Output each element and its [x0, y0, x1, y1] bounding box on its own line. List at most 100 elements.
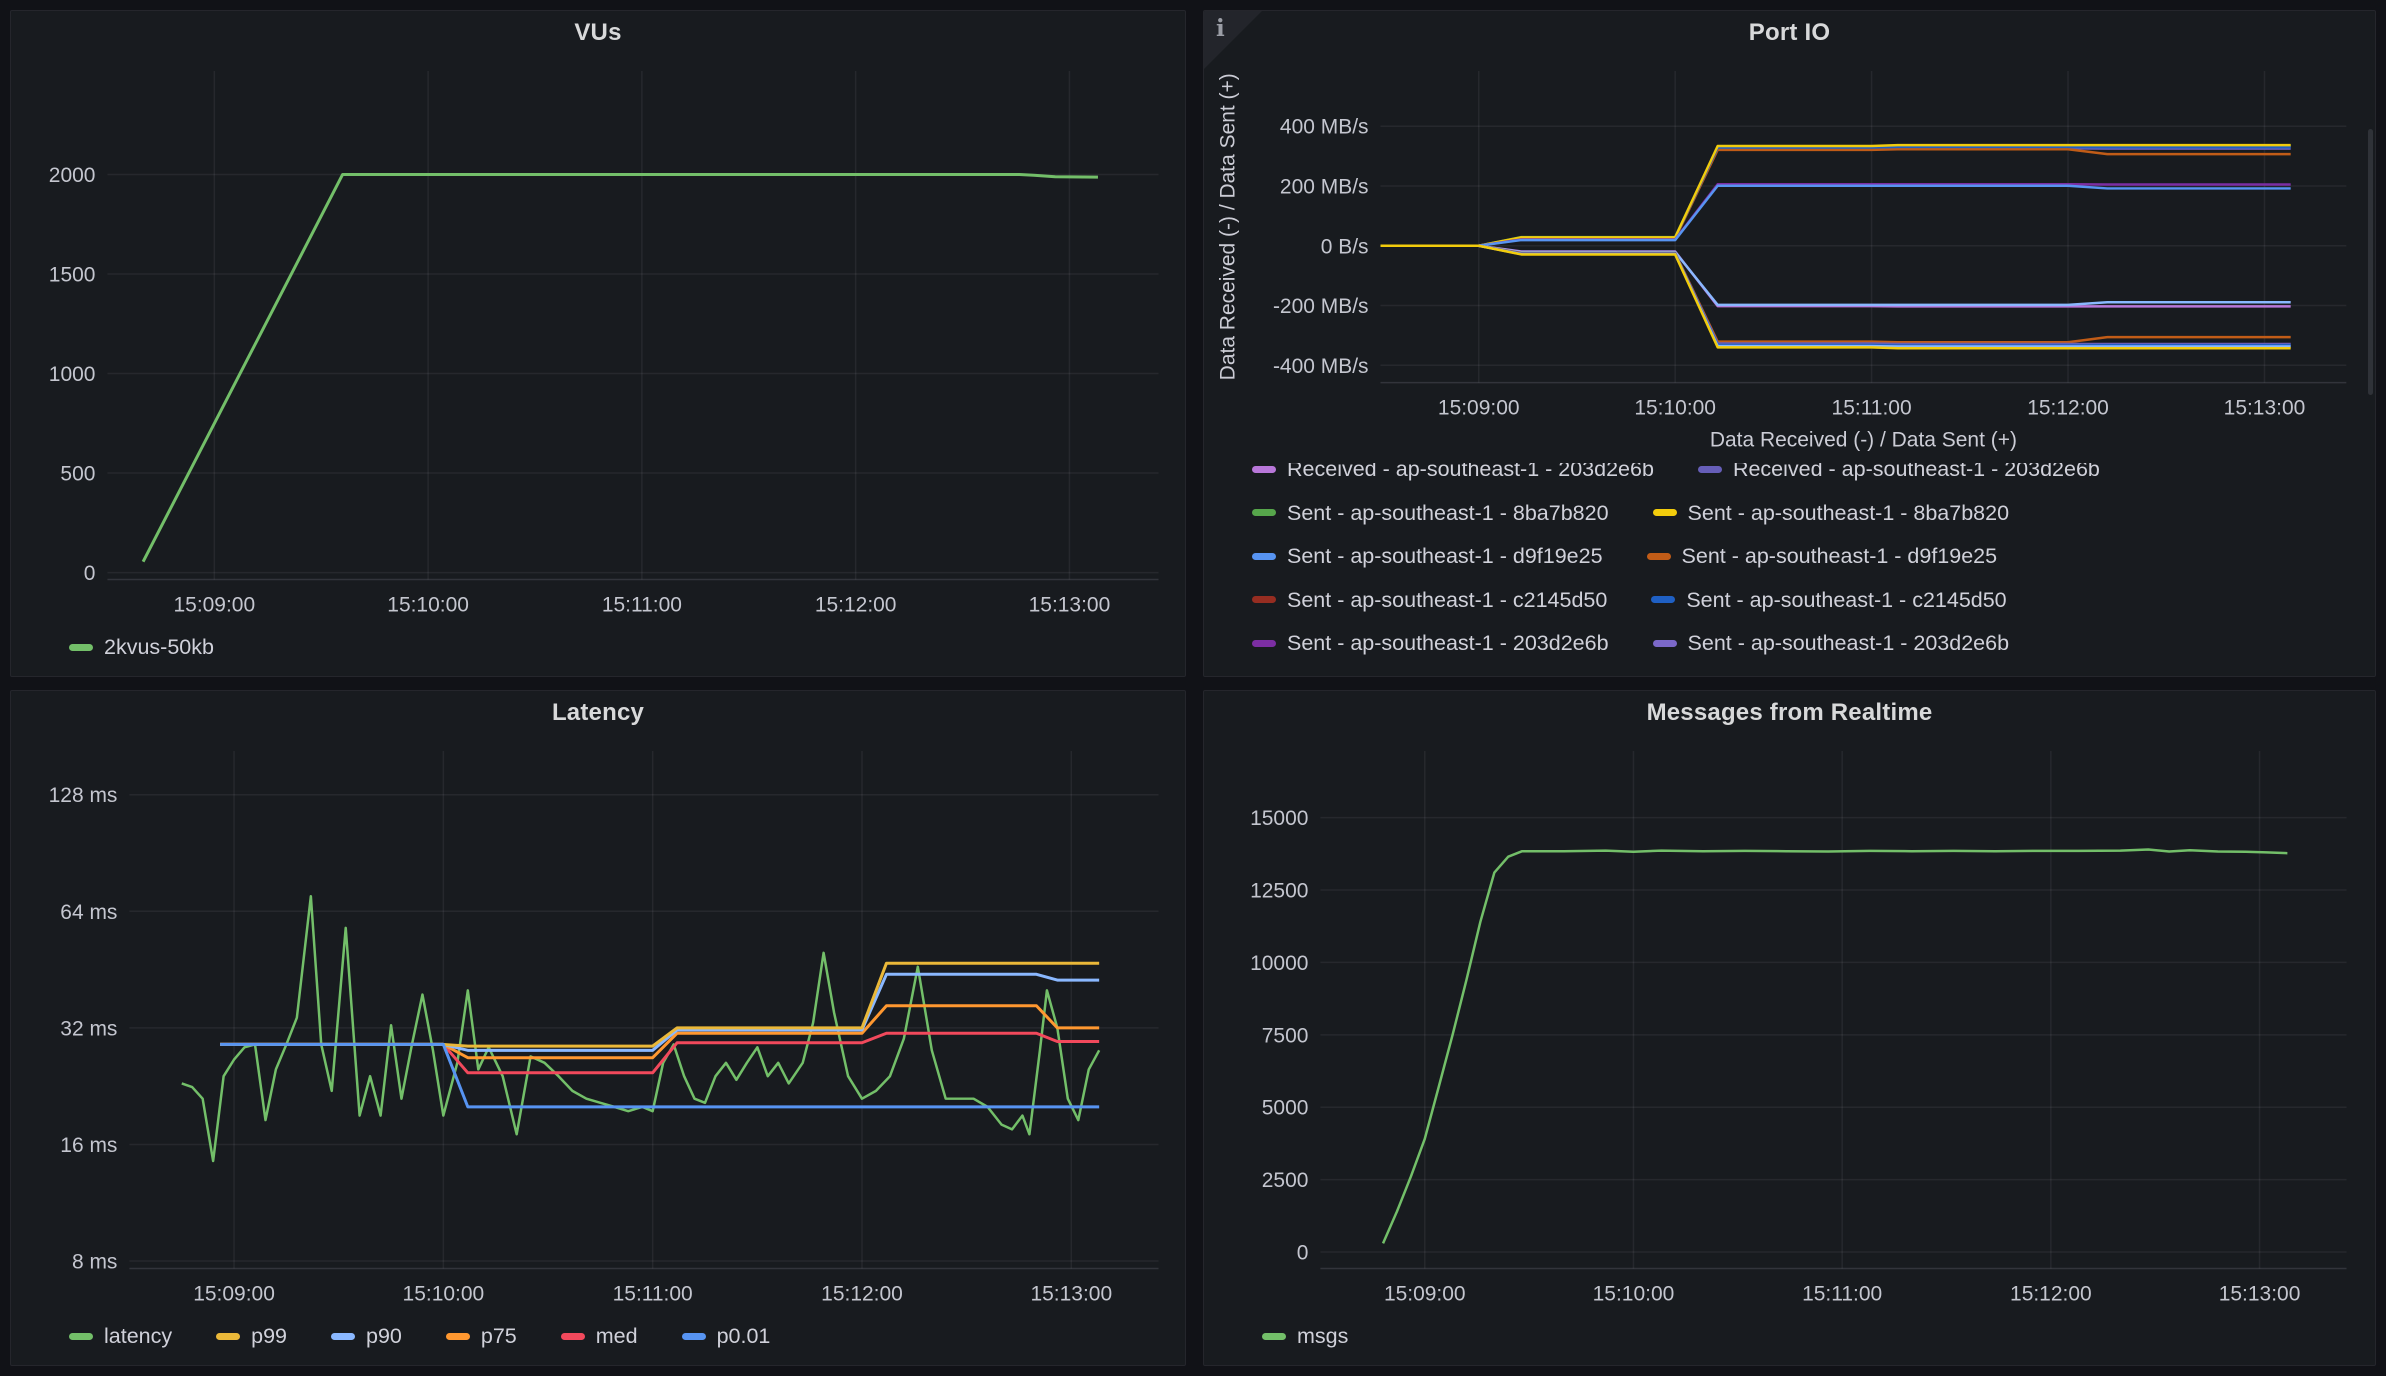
legend-item[interactable]: latency: [69, 1321, 172, 1351]
x-axis-title: Data Received (-) / Data Sent (+): [1710, 429, 2017, 452]
legend-series-label: Sent - ap-southeast-1 - 8ba7b820: [1688, 498, 2010, 528]
y-axis-tick-label: 7500: [1262, 1024, 1309, 1047]
panel-title-port-io: Port IO: [1749, 19, 1830, 47]
y-axis-tick-label: 128 ms: [49, 784, 118, 807]
y-axis-tick-label: 200 MB/s: [1280, 175, 1369, 198]
legend-item[interactable]: Sent - ap-southeast-1 - 8ba7b820: [1252, 498, 1609, 528]
series-line-2kvus-50kb: [143, 174, 1098, 561]
legend-series-label: Received - ap-southeast-1 - 203d2e6b: [1733, 463, 2100, 485]
latency-chart: 8 ms16 ms32 ms64 ms128 ms15:09:0015:10:0…: [11, 735, 1185, 1317]
legend-item[interactable]: Sent - ap-southeast-1 - c2145d50: [1651, 585, 2006, 615]
legend-item[interactable]: msgs: [1262, 1321, 1348, 1351]
x-axis-tick-label: 15:09:00: [1384, 1283, 1466, 1306]
legend-item[interactable]: Received - ap-southeast-1 - 203d2e6b: [1252, 463, 1654, 485]
legend-series-label: med: [596, 1321, 638, 1351]
x-axis-tick-label: 15:13:00: [2224, 397, 2306, 420]
x-axis-tick-label: 15:11:00: [602, 594, 682, 617]
legend-series-swatch: [1651, 596, 1675, 603]
legend-series-swatch: [331, 1333, 355, 1340]
legend-item[interactable]: Sent - ap-southeast-1 - d9f19e25: [1252, 541, 1603, 571]
panel-title-vus: VUs: [574, 19, 621, 47]
legend-item[interactable]: Received - ap-southeast-1 - 203d2e6b: [1698, 463, 2100, 485]
legend-item[interactable]: p0.01: [682, 1321, 771, 1351]
series-line-sent-orange: [1381, 149, 2291, 245]
y-axis-tick-label: 5000: [1262, 1097, 1309, 1120]
y-axis-tick-label: 1000: [49, 363, 96, 386]
series-line-msgs: [1383, 850, 2287, 1244]
x-axis-tick-label: 15:11:00: [1832, 397, 1912, 420]
y-axis-tick-label: 10000: [1250, 952, 1308, 975]
legend-series-swatch: [69, 1333, 93, 1340]
panel-header-latency[interactable]: Latency: [11, 691, 1185, 735]
x-axis-tick-label: 15:12:00: [815, 594, 897, 617]
y-axis-tick-label: 12500: [1250, 879, 1308, 902]
messages-legend: msgs: [1204, 1317, 2375, 1366]
x-axis-tick-label: 15:13:00: [1029, 594, 1111, 617]
y-axis-tick-label: -400 MB/s: [1273, 355, 1369, 378]
legend-item[interactable]: p90: [331, 1321, 402, 1351]
legend-series-label: msgs: [1297, 1321, 1348, 1351]
legend-series-swatch: [1252, 553, 1276, 560]
legend-series-swatch: [682, 1333, 706, 1340]
y-axis-tick-label: 64 ms: [60, 901, 117, 924]
legend-item[interactable]: Sent - ap-southeast-1 - c2145d50: [1252, 585, 1607, 615]
legend-row: msgs: [1262, 1321, 2365, 1352]
series-line-sent-magenta: [1381, 184, 2291, 246]
y-axis-tick-label: 0: [1297, 1242, 1309, 1265]
legend-row: Received - ap-southeast-1 - 203d2e6b Rece…: [1252, 463, 2365, 485]
panel-title-latency: Latency: [552, 699, 644, 727]
legend-row: Sent - ap-southeast-1 - c2145d50 Sent - a…: [1252, 584, 2365, 615]
legend-series-swatch: [1252, 509, 1276, 516]
legend-item[interactable]: p75: [446, 1321, 517, 1351]
legend-item[interactable]: Sent - ap-southeast-1 - 203d2e6b: [1252, 628, 1609, 658]
y-axis-tick-label: 32 ms: [60, 1017, 117, 1040]
legend-series-label: Sent - ap-southeast-1 - 203d2e6b: [1287, 628, 1609, 658]
legend-series-swatch: [1698, 466, 1722, 473]
legend-series-swatch: [1647, 553, 1671, 560]
legend-item[interactable]: med: [561, 1321, 638, 1351]
series-line-received-light-blue-2: [1381, 246, 2291, 347]
x-axis-tick-label: 15:09:00: [1438, 397, 1520, 420]
y-axis-tick-label: 2500: [1262, 1169, 1309, 1192]
messages-chart: 0 2500 5000 7500 10000 12500 15000 15:09:00 15:1…: [1204, 735, 2375, 1317]
series-line-received-slate: [1381, 246, 2291, 344]
x-axis-tick-label: 15:11:00: [1802, 1283, 1882, 1306]
legend-item[interactable]: Sent - ap-southeast-1 - 203d2e6b: [1653, 628, 2010, 658]
legend-series-swatch: [1252, 596, 1276, 603]
series-line-received-orange: [1381, 246, 2291, 342]
legend-series-label: p0.01: [717, 1321, 771, 1351]
series-line-received-yellow: [1381, 246, 2291, 348]
y-axis-tick-label: 1500: [49, 264, 96, 287]
series-line-sent-yellow: [1381, 145, 2291, 246]
legend-row: latency p99 p90 p75 med p0.01: [69, 1321, 1175, 1352]
vus-legend: 2kvus-50kb: [11, 628, 1185, 677]
panel-port-io: i Port IO 400 MB/s200 MB/s0 B/s-200 MB/s…: [1203, 10, 2376, 677]
panel-latency: Latency 8 ms16 ms32 ms64 ms128 ms15:09:0…: [10, 690, 1186, 1366]
legend-scrollbar[interactable]: [2368, 129, 2373, 395]
panel-header-port-io[interactable]: Port IO: [1204, 11, 2375, 55]
port-io-chart: 400 MB/s200 MB/s0 B/s-200 MB/s-400 MB/s1…: [1204, 55, 2375, 463]
legend-series-swatch: [561, 1333, 585, 1340]
info-icon: i: [1216, 15, 1225, 42]
y-axis-tick-label: 16 ms: [60, 1134, 117, 1157]
legend-series-label: p75: [481, 1321, 517, 1351]
dashboard: VUs 050010001500200015:09:0015:10:0015:1…: [0, 0, 2386, 1376]
legend-series-label: 2kvus-50kb: [104, 632, 214, 662]
legend-item[interactable]: Sent - ap-southeast-1 - d9f19e25: [1647, 541, 1998, 571]
panel-vus: VUs 050010001500200015:09:0015:10:0015:1…: [10, 10, 1186, 677]
x-axis-tick-label: 15:10:00: [1593, 1283, 1675, 1306]
panel-header-vus[interactable]: VUs: [11, 11, 1185, 55]
panel-title-messages: Messages from Realtime: [1647, 699, 1933, 727]
legend-item[interactable]: Sent - ap-southeast-1 - 8ba7b820: [1653, 498, 2010, 528]
x-axis-tick-label: 15:12:00: [821, 1283, 903, 1306]
latency-legend: latency p99 p90 p75 med p0.01: [11, 1317, 1185, 1366]
panel-header-messages[interactable]: Messages from Realtime: [1204, 691, 2375, 735]
port-io-legend: Received - ap-southeast-1 - 203d2e6b Rece…: [1204, 463, 2375, 677]
legend-item[interactable]: p99: [216, 1321, 287, 1351]
y-axis-tick-label: 400 MB/s: [1280, 116, 1369, 139]
series-line-received-dark-blue: [1381, 246, 2291, 346]
y-axis-tick-label: 15000: [1250, 807, 1308, 830]
legend-series-label: Received - ap-southeast-1 - 203d2e6b: [1287, 463, 1654, 485]
y-axis-tick-label: 2000: [49, 164, 96, 187]
legend-item[interactable]: 2kvus-50kb: [69, 632, 214, 662]
